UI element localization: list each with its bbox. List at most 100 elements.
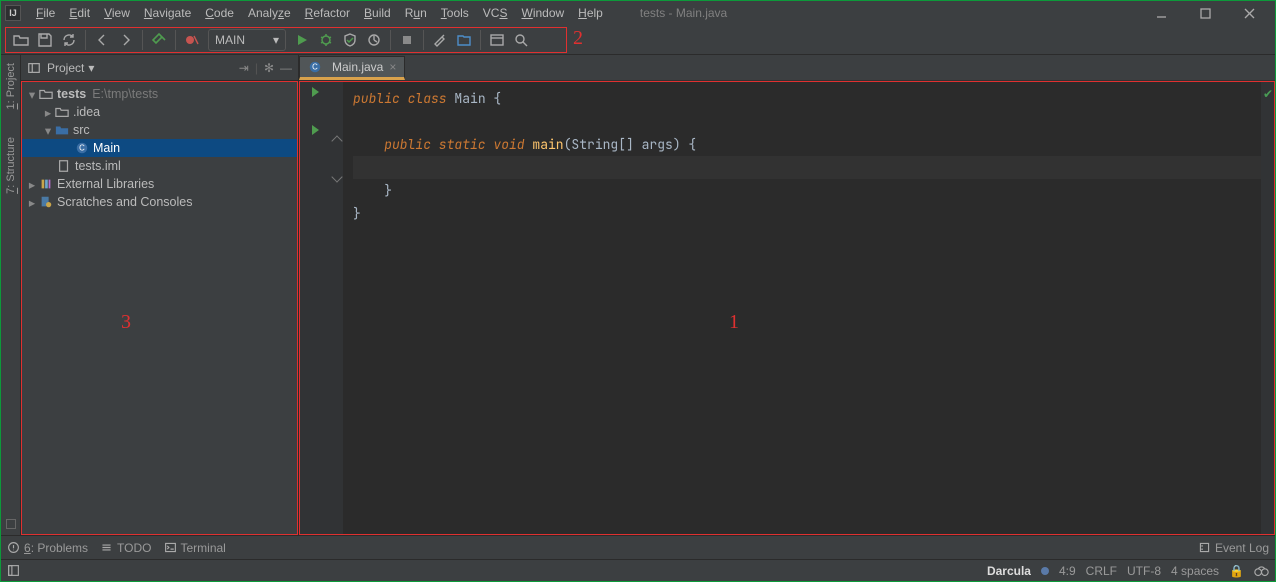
menu-file[interactable]: File — [29, 3, 62, 23]
editor-right-gutter[interactable]: ✔ — [1261, 81, 1275, 535]
menu-run[interactable]: Run — [398, 3, 434, 23]
status-eol[interactable]: CRLF — [1086, 564, 1117, 578]
status-theme[interactable]: Darcula — [987, 564, 1031, 578]
tree-ext-libs[interactable]: ▸ External Libraries — [21, 175, 298, 193]
folder-icon — [55, 105, 69, 119]
toolwindow-toggle-icon[interactable] — [7, 564, 20, 577]
annotation-number-2: 2 — [573, 27, 583, 50]
fold-start-icon[interactable] — [331, 135, 342, 146]
open-icon[interactable] — [10, 29, 32, 51]
menu-build[interactable]: Build — [357, 3, 398, 23]
source-folder-icon — [55, 123, 69, 137]
left-tab-project[interactable]: 1: Project — [5, 59, 17, 113]
project-pane-header[interactable]: Project ▾ ⇥ | ✻ — — [21, 55, 298, 81]
menu-analyze[interactable]: Analyze — [241, 3, 298, 23]
menu-refactor[interactable]: Refactor — [298, 3, 357, 23]
editor-gutter[interactable] — [299, 81, 331, 535]
debug-icon[interactable] — [315, 29, 337, 51]
menu-window[interactable]: Window — [514, 3, 571, 23]
gear-icon[interactable]: ✻ — [264, 61, 274, 75]
menu-vcs[interactable]: VCS — [476, 3, 515, 23]
status-bar: Darcula 4:9 CRLF UTF-8 4 spaces 🔒 — [1, 559, 1275, 581]
root-name: tests — [57, 87, 86, 101]
bottom-tab-todo[interactable]: TODO — [100, 541, 151, 555]
svg-text:C: C — [312, 63, 318, 72]
profile-icon[interactable] — [363, 29, 385, 51]
menu-navigate[interactable]: Navigate — [137, 3, 198, 23]
coverage-icon[interactable] — [339, 29, 361, 51]
editor-area: C Main.java × public class Main { public… — [299, 55, 1275, 535]
fold-gutter[interactable] — [331, 81, 343, 535]
annotation-number-3: 3 — [121, 311, 131, 334]
left-tool-strip: 1: Project 7: Structure — [1, 55, 21, 535]
editor-tab-main[interactable]: C Main.java × — [299, 56, 405, 80]
run-gutter-icon[interactable] — [312, 87, 319, 97]
layout-icon[interactable] — [486, 29, 508, 51]
stop-breakpoint-icon[interactable] — [181, 29, 203, 51]
menu-tools[interactable]: Tools — [434, 3, 476, 23]
menu-code[interactable]: Code — [198, 3, 241, 23]
window-title: tests - Main.java — [640, 6, 727, 20]
tree-scratches[interactable]: ▸ Scratches and Consoles — [21, 193, 298, 211]
tab-title: Main.java — [332, 60, 383, 74]
status-enc[interactable]: UTF-8 — [1127, 564, 1161, 578]
tree-main[interactable]: C Main — [21, 139, 298, 157]
stop-icon[interactable] — [396, 29, 418, 51]
fold-end-icon[interactable] — [331, 171, 342, 182]
left-tab-structure[interactable]: 7: Structure — [5, 133, 17, 198]
library-icon — [39, 177, 53, 191]
bottom-tab-eventlog[interactable]: Event Log — [1198, 541, 1269, 555]
class-icon: C — [308, 60, 322, 74]
back-icon[interactable] — [91, 29, 113, 51]
tree-root[interactable]: ▾ tests E:\tmp\tests — [21, 85, 298, 103]
editor-tabs: C Main.java × — [299, 55, 1275, 81]
tree-idea[interactable]: ▸ .idea — [21, 103, 298, 121]
settings-icon[interactable] — [429, 29, 451, 51]
bottom-tool-strip: 6: Problems TODO Terminal Event Log — [1, 535, 1275, 559]
terminal-icon — [164, 541, 177, 554]
divider: | — [255, 61, 258, 75]
close-icon[interactable]: × — [389, 60, 396, 74]
bottom-tab-problems[interactable]: 6: Problems — [7, 541, 88, 555]
chevron-down-icon: ▾ — [43, 123, 53, 138]
project-pane-title: Project — [47, 61, 84, 75]
search-icon[interactable] — [510, 29, 532, 51]
hide-icon[interactable]: — — [280, 61, 292, 75]
status-dot-icon — [1041, 567, 1049, 575]
close-button[interactable] — [1227, 1, 1271, 25]
check-icon: ✔ — [1263, 87, 1273, 101]
code-editor[interactable]: public class Main { public static void m… — [343, 81, 1261, 535]
menu-help[interactable]: Help — [571, 3, 610, 23]
run-gutter-icon[interactable] — [312, 125, 319, 135]
folder-icon — [39, 87, 53, 101]
todo-icon — [100, 541, 113, 554]
minimize-button[interactable] — [1139, 1, 1183, 25]
forward-icon[interactable] — [115, 29, 137, 51]
project-structure-icon[interactable] — [453, 29, 475, 51]
run-config-selector[interactable]: MAIN ▾ — [208, 29, 286, 51]
project-tree[interactable]: ▾ tests E:\tmp\tests ▸ .idea ▾ src C Mai… — [21, 81, 298, 535]
menu-edit[interactable]: Edit — [62, 3, 97, 23]
inspector-icon[interactable] — [1254, 564, 1269, 577]
eventlog-icon — [1198, 541, 1211, 554]
collapse-icon[interactable]: ⇥ — [239, 61, 249, 75]
chevron-right-icon: ▸ — [27, 177, 37, 192]
svg-text:C: C — [79, 144, 85, 153]
run-icon[interactable] — [291, 29, 313, 51]
tree-src[interactable]: ▾ src — [21, 121, 298, 139]
menu-view[interactable]: View — [97, 3, 137, 23]
bottom-tab-terminal[interactable]: Terminal — [164, 541, 226, 555]
status-caret[interactable]: 4:9 — [1059, 564, 1076, 578]
class-icon: C — [75, 141, 89, 155]
save-icon[interactable] — [34, 29, 56, 51]
menubar: IJ File Edit View Navigate Code Analyze … — [1, 1, 1275, 25]
tree-iml[interactable]: tests.iml — [21, 157, 298, 175]
maximize-button[interactable] — [1183, 1, 1227, 25]
run-config-name: MAIN — [215, 33, 245, 47]
lock-icon[interactable]: 🔒 — [1229, 564, 1244, 578]
scratch-icon — [39, 195, 53, 209]
sync-icon[interactable] — [58, 29, 80, 51]
status-indent[interactable]: 4 spaces — [1171, 564, 1219, 578]
build-icon[interactable] — [148, 29, 170, 51]
bottom-left-square-icon[interactable] — [6, 519, 16, 529]
